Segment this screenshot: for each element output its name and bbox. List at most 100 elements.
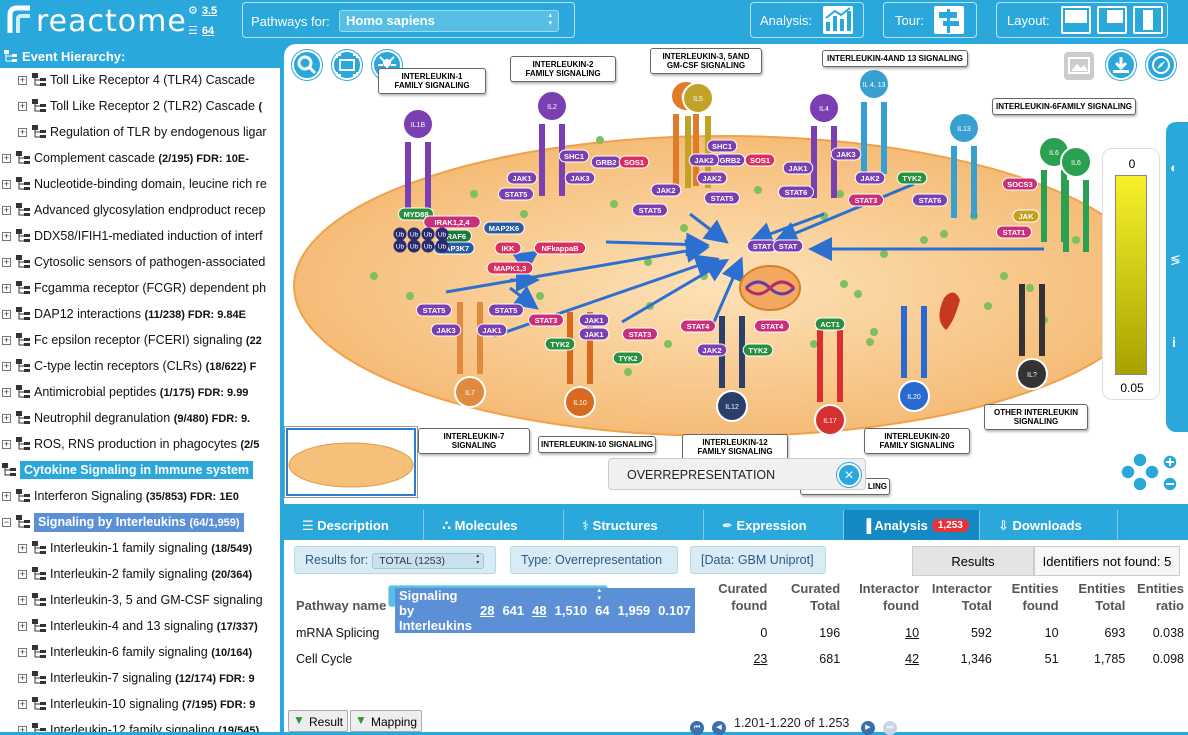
label-other-interleukin[interactable]: OTHER INTERLEUKIN SIGNALING [984,404,1088,430]
last-page-icon[interactable]: ⏭ [882,721,897,735]
tour-signpost-icon[interactable] [934,6,964,34]
table-cell[interactable]: 28 [475,588,499,633]
table-cell[interactable]: 0 [688,620,771,646]
first-page-icon[interactable]: ⏮ [690,721,704,735]
identifiers-not-found-subtab[interactable]: Identifiers not found: 5 [1034,546,1180,576]
expand-toggle-icon[interactable]: + [2,154,11,163]
tree-item[interactable]: + DDX58/IFIH1-mediated induction of inter… [0,224,276,250]
download-mapping-button[interactable]: Mapping [350,710,422,732]
tree-item[interactable]: + DAP12 interactions (11/238) FDR: 9.84E [0,302,276,328]
tree-item[interactable]: + Neutrophil degranulation (9/480) FDR: 9… [0,406,276,432]
search-diagram-button[interactable] [292,50,322,80]
expand-toggle-icon[interactable]: + [2,336,11,345]
expand-toggle-icon[interactable]: + [18,570,27,579]
tree-item[interactable]: + Fc epsilon receptor (FCERI) signaling (… [0,328,276,354]
expand-toggle-icon[interactable]: − [2,518,11,527]
table-cell[interactable]: 23 [688,646,771,672]
expand-toggle-icon[interactable]: + [18,674,27,683]
label-il1-family[interactable]: INTERLEUKIN-1 FAMILY SIGNALING [378,68,486,94]
tree-item[interactable]: + Interleukin-7 signaling (12/174) FDR: 9 [0,666,276,692]
label-il6-family[interactable]: INTERLEUKIN-6FAMILY SIGNALING [992,98,1136,115]
fit-diagram-button[interactable] [332,50,362,80]
table-cell[interactable]: 10 [844,620,923,646]
column-header[interactable]: Curated Total [771,578,844,620]
palette-icon[interactable]: ◐ [1170,160,1186,200]
table-cell[interactable]: 42 [844,646,923,672]
expand-toggle-icon[interactable]: + [18,726,27,732]
tree-item[interactable]: + ROS, RNS production in phagocytes (2/5 [0,432,276,458]
column-header[interactable]: Curated found [688,578,771,620]
tree-item[interactable]: + Interleukin-4 and 13 signaling (17/337) [0,614,276,640]
tree-item[interactable]: + Cytosolic sensors of pathogen-associate… [0,250,276,276]
expand-toggle-icon[interactable]: + [18,648,27,657]
tree-item[interactable]: + Toll Like Receptor 2 (TLR2) Cascade ( [0,94,276,120]
version-link-b[interactable]: ☰ 64 [188,24,214,37]
table-row[interactable]: Cell Cycle 23 681 42 1,346 51 1,785 0.098 [292,646,1188,672]
tree-item[interactable]: + Regulation of TLR by endogenous ligar [0,120,276,146]
species-select[interactable]: Homo sapiens [339,10,559,32]
label-il2-family[interactable]: INTERLEUKIN-2 FAMILY SIGNALING [510,56,616,82]
tree-item[interactable]: + Antimicrobial peptides (1/175) FDR: 9.9… [0,380,276,406]
tree-item[interactable]: + Interleukin-3, 5 and GM-CSF signaling [0,588,276,614]
diagram-thumbnail[interactable] [284,426,418,498]
data-source-button[interactable]: [Data: GBM Uniprot] [690,546,826,574]
column-header[interactable]: Entities ratio [1129,578,1188,620]
expand-toggle-icon[interactable]: + [2,232,11,241]
tree-item[interactable]: + Interleukin-6 family signaling (10/164) [0,640,276,666]
reactome-logo[interactable]: reactome [6,4,187,39]
tree-item[interactable]: + Nucleotide-binding domain, leucine rich… [0,172,276,198]
download-result-button[interactable]: Result [288,710,348,732]
layout-option-1-icon[interactable] [1061,6,1091,34]
expand-toggle-icon[interactable]: + [2,180,11,189]
results-subtab[interactable]: Results [912,546,1034,576]
expand-toggle-icon[interactable]: + [18,622,27,631]
pathway-diagram[interactable]: IL1BIL2IL3IL5IL4IL 4, 13IL13IL6IL6IL7IL1… [284,44,1188,504]
analysis-type-button[interactable]: Type: Overrepresentation [510,546,678,574]
tree-item[interactable]: + C-type lectin receptors (CLRs) (18/622)… [0,354,276,380]
label-il4-13[interactable]: INTERLEUKIN-4AND 13 SIGNALING [822,50,968,67]
layout-option-3-icon[interactable] [1133,6,1163,34]
expand-toggle-icon[interactable]: + [18,76,27,85]
tree-item[interactable]: + Interleukin-12 family signaling (19/545… [0,718,276,732]
tree-item[interactable]: + Interferon Signaling (35/853) FDR: 1E0 [0,484,276,510]
download-diagram-button[interactable] [1106,50,1136,80]
column-header[interactable]: Entities found [996,578,1063,620]
tab-downloads[interactable]: ⇩ Downloads [980,510,1118,540]
event-tree[interactable]: + Toll Like Receptor 4 (TLR4) Cascade + Tol… [0,68,276,732]
navigation-controls[interactable] [1120,450,1188,496]
tab-structures[interactable]: ⚕ Structures [564,510,704,540]
tree-item[interactable]: + Complement cascade (2/195) FDR: 10E- [0,146,276,172]
column-header[interactable]: Entities Total [1063,578,1130,620]
label-il7[interactable]: INTERLEUKIN-7 SIGNALING [418,428,530,454]
results-for-filter[interactable]: Results for: TOTAL (1253) [294,546,496,574]
compass-button[interactable] [1146,50,1176,80]
expand-toggle-icon[interactable]: + [2,284,11,293]
tab-expression[interactable]: ✒ Expression [704,510,844,540]
results-for-select[interactable]: TOTAL (1253) [372,553,485,569]
expand-toggle-icon[interactable]: + [18,102,27,111]
tree-item[interactable]: − Signaling by Interleukins (64/1,959) [0,510,276,536]
tree-item[interactable]: + Interleukin-2 family signaling (20/364) [0,562,276,588]
layout-option-2-icon[interactable] [1097,6,1127,34]
table-cell[interactable]: 48 [528,588,551,633]
expand-toggle-icon[interactable]: + [2,362,11,371]
expand-toggle-icon[interactable]: + [2,414,11,423]
tab-description[interactable]: ☰ Description [284,510,424,540]
version-link-a[interactable]: ⚙ 3.5 [188,4,217,17]
tab-molecules[interactable]: ∴ Molecules [424,510,564,540]
tree-item[interactable]: + Advanced glycosylation endproduct recep [0,198,276,224]
share-icon[interactable]: ≶ [1170,252,1186,282]
tree-item[interactable]: + Interleukin-1 family signaling (18/549) [0,536,276,562]
export-image-button[interactable] [1064,52,1094,80]
expand-toggle-icon[interactable]: + [2,206,11,215]
expand-toggle-icon[interactable]: + [2,492,11,501]
column-header[interactable]: Interactor found [844,578,923,620]
expand-toggle-icon[interactable]: + [2,440,11,449]
info-icon[interactable]: i [1172,334,1184,364]
close-overlay-button[interactable]: × [837,463,861,487]
column-header[interactable]: Interactor Total [923,578,996,620]
expand-toggle-icon[interactable]: + [18,544,27,553]
label-il12-family[interactable]: INTERLEUKIN-12 FAMILY SIGNALING [682,434,788,460]
tree-item[interactable]: Cytokine Signaling in Immune system [0,458,276,484]
label-il10[interactable]: INTERLEUKIN-10 SIGNALING [538,436,656,453]
